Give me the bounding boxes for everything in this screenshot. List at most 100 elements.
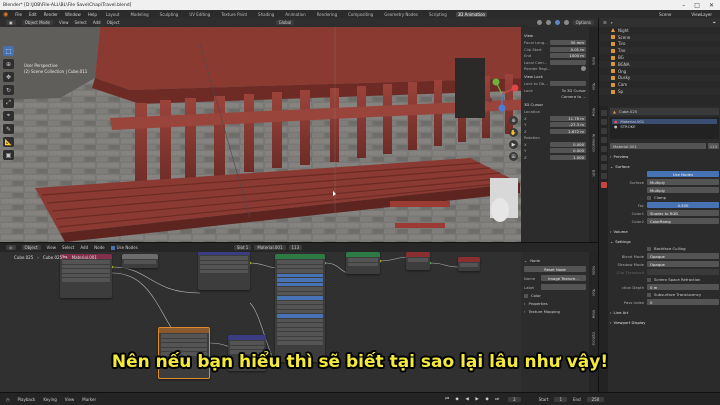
solid-shading-icon[interactable] bbox=[545, 20, 551, 25]
viewport-menu-select[interactable]: Select bbox=[74, 20, 86, 25]
transform-tool-icon[interactable]: ⌖ bbox=[3, 111, 14, 121]
prev-keyframe-icon[interactable]: ◆ bbox=[454, 396, 460, 402]
editor-type-button[interactable]: ▣ bbox=[6, 20, 16, 25]
slot-select[interactable]: Slot 1 bbox=[233, 245, 252, 250]
grid-view-icon[interactable]: ⊞ bbox=[509, 152, 518, 161]
cursor-rotation-y[interactable]: 0.000 bbox=[550, 148, 586, 153]
scale-tool-icon[interactable]: ⤢ bbox=[3, 98, 14, 108]
use-nodes-toggle[interactable]: Use Nodes bbox=[110, 245, 138, 250]
shadow-mode-select[interactable]: Opaque bbox=[647, 261, 719, 267]
material-properties-tab-icon[interactable] bbox=[600, 182, 607, 188]
node-name-field[interactable]: Image Texture... bbox=[541, 275, 586, 281]
material-slot[interactable]: ● STROKE bbox=[612, 124, 717, 129]
blend-mode-select[interactable]: Opaque bbox=[647, 253, 719, 259]
shader-type-select[interactable]: Object bbox=[21, 245, 41, 250]
camera-view-icon[interactable]: ▶ bbox=[509, 140, 518, 149]
node-tab-options[interactable]: Options bbox=[592, 332, 596, 346]
3d-cursor-section-header[interactable]: 3D Cursor bbox=[524, 102, 586, 107]
node-editor-type-button[interactable]: ◎ bbox=[6, 245, 16, 250]
node-tab-view[interactable]: View bbox=[592, 310, 596, 318]
timeline-menu-marker[interactable]: Marker bbox=[82, 397, 96, 402]
menu-window[interactable]: Window bbox=[65, 12, 81, 17]
transform-orientation-select[interactable]: Global bbox=[275, 20, 295, 25]
workspace-tab-3d-animation[interactable]: 3D Animation bbox=[455, 11, 488, 17]
workspace-tab-sculpting[interactable]: Sculpting bbox=[158, 12, 181, 17]
navigation-gizmo[interactable] bbox=[482, 74, 522, 114]
node-section-header[interactable]: ⌄ Node bbox=[524, 258, 586, 263]
subsurface-translucency-checkbox[interactable]: Subsurface Translucency bbox=[647, 292, 719, 297]
color1-input[interactable]: Shader to RGB bbox=[647, 210, 719, 216]
refraction-depth-field[interactable]: 0 m bbox=[647, 284, 719, 290]
render-properties-tab-icon[interactable] bbox=[600, 119, 607, 125]
scene-selector[interactable]: Scene bbox=[659, 12, 671, 17]
node-tab-tool[interactable]: Tool bbox=[592, 289, 596, 296]
clip-end-field[interactable]: 1000 m bbox=[550, 53, 586, 58]
material-user-count[interactable]: 113 bbox=[707, 143, 719, 149]
minimize-button[interactable]: – bbox=[682, 2, 685, 9]
texture-mapping-header[interactable]: › Texture Mapping bbox=[524, 309, 586, 314]
sidebar-tab-edit[interactable]: Edit bbox=[592, 170, 596, 177]
settings-section-header[interactable]: ⌄ Settings bbox=[610, 238, 719, 244]
workspace-tab-uv-editing[interactable]: UV Editing bbox=[187, 12, 212, 17]
node-menu-node[interactable]: Node bbox=[94, 245, 104, 250]
current-frame-field[interactable]: 2 bbox=[508, 396, 521, 402]
outliner-item[interactable]: Dusky bbox=[599, 74, 720, 82]
shader-node[interactable] bbox=[122, 254, 158, 268]
render-region-checkbox[interactable] bbox=[581, 66, 586, 71]
menu-file[interactable]: File bbox=[15, 12, 22, 17]
end-frame-field[interactable]: 250 bbox=[586, 396, 605, 402]
workspace-tab-rendering[interactable]: Rendering bbox=[315, 12, 339, 17]
outliner-item[interactable]: Scene bbox=[599, 33, 720, 41]
timeline-menu-playback[interactable]: Playback bbox=[18, 397, 36, 402]
physics-properties-tab-icon[interactable] bbox=[600, 173, 607, 179]
outliner-item[interactable]: Cam bbox=[599, 81, 720, 88]
menu-help[interactable]: Help bbox=[88, 12, 97, 17]
options-button[interactable]: Options bbox=[572, 20, 594, 25]
lock-to-object-field[interactable] bbox=[550, 81, 586, 86]
preview-section-header[interactable]: › Preview bbox=[610, 153, 719, 159]
outliner-item[interactable]: Tno bbox=[599, 47, 720, 55]
measure-tool-icon[interactable]: 📐 bbox=[3, 137, 14, 147]
3d-viewport[interactable]: ▣ Object Mode View Select Add Object Glo… bbox=[0, 18, 598, 242]
shader-node[interactable] bbox=[346, 252, 380, 274]
reset-node-button[interactable]: Reset Node bbox=[524, 266, 586, 272]
sidebar-tab-item[interactable]: Item bbox=[592, 57, 596, 65]
shader-node[interactable] bbox=[198, 250, 250, 290]
node-color-checkbox[interactable]: Color bbox=[524, 293, 586, 298]
cursor-location-y[interactable]: -27.3 m bbox=[550, 122, 586, 127]
blend-type-select[interactable]: Multiply bbox=[647, 187, 719, 193]
play-icon[interactable]: ▶ bbox=[474, 396, 480, 402]
material-name-field[interactable]: Material.001 bbox=[610, 143, 706, 149]
close-button[interactable]: ✕ bbox=[709, 2, 714, 9]
node-menu-select[interactable]: Select bbox=[62, 245, 74, 250]
workspace-tab-animation[interactable]: Animation bbox=[283, 12, 307, 17]
node-material-user-count[interactable]: 113 bbox=[288, 245, 303, 250]
screen-space-refraction-checkbox[interactable]: Screen Space Refraction bbox=[647, 277, 719, 282]
node-tab-node[interactable]: Node bbox=[592, 266, 596, 275]
outliner-item[interactable]: Sp bbox=[599, 88, 720, 95]
modifier-properties-tab-icon[interactable] bbox=[600, 164, 607, 170]
maximize-button[interactable]: □ bbox=[694, 2, 700, 9]
node-menu-view[interactable]: View bbox=[47, 245, 57, 250]
wireframe-shading-icon[interactable] bbox=[536, 20, 542, 25]
outliner-filter-icon[interactable]: ⏷ bbox=[713, 20, 720, 25]
workspace-tab-scripting[interactable]: Scripting bbox=[427, 12, 449, 17]
viewport-display-section-header[interactable]: › Viewport Display bbox=[610, 319, 719, 325]
node-label-field[interactable] bbox=[541, 284, 586, 290]
viewport-menu-add[interactable]: Add bbox=[93, 20, 101, 25]
to-3d-cursor-checkbox[interactable]: To 3D Cursor bbox=[562, 88, 586, 93]
clip-threshold-field[interactable] bbox=[647, 269, 719, 275]
timeline-menu-keying[interactable]: Keying bbox=[43, 397, 56, 402]
surface-section-header[interactable]: ⌄ Surface bbox=[610, 163, 719, 169]
line-art-section-header[interactable]: › Line Art bbox=[610, 309, 719, 315]
viewport-menu-object[interactable]: Object bbox=[107, 20, 120, 25]
cursor-rotation-z[interactable]: 1.000 bbox=[550, 154, 586, 160]
add-cube-tool-icon[interactable]: ▣ bbox=[3, 150, 14, 160]
local-camera-field[interactable] bbox=[550, 59, 586, 65]
use-nodes-button[interactable]: Use Nodes bbox=[647, 171, 719, 177]
outliner-item[interactable]: Tiro bbox=[599, 41, 720, 48]
shader-node[interactable] bbox=[275, 254, 325, 362]
material-preview-shading-icon[interactable] bbox=[554, 20, 560, 25]
cursor-location-z[interactable]: 2.672 m bbox=[550, 128, 586, 134]
object-properties-tab-icon[interactable] bbox=[600, 155, 607, 161]
